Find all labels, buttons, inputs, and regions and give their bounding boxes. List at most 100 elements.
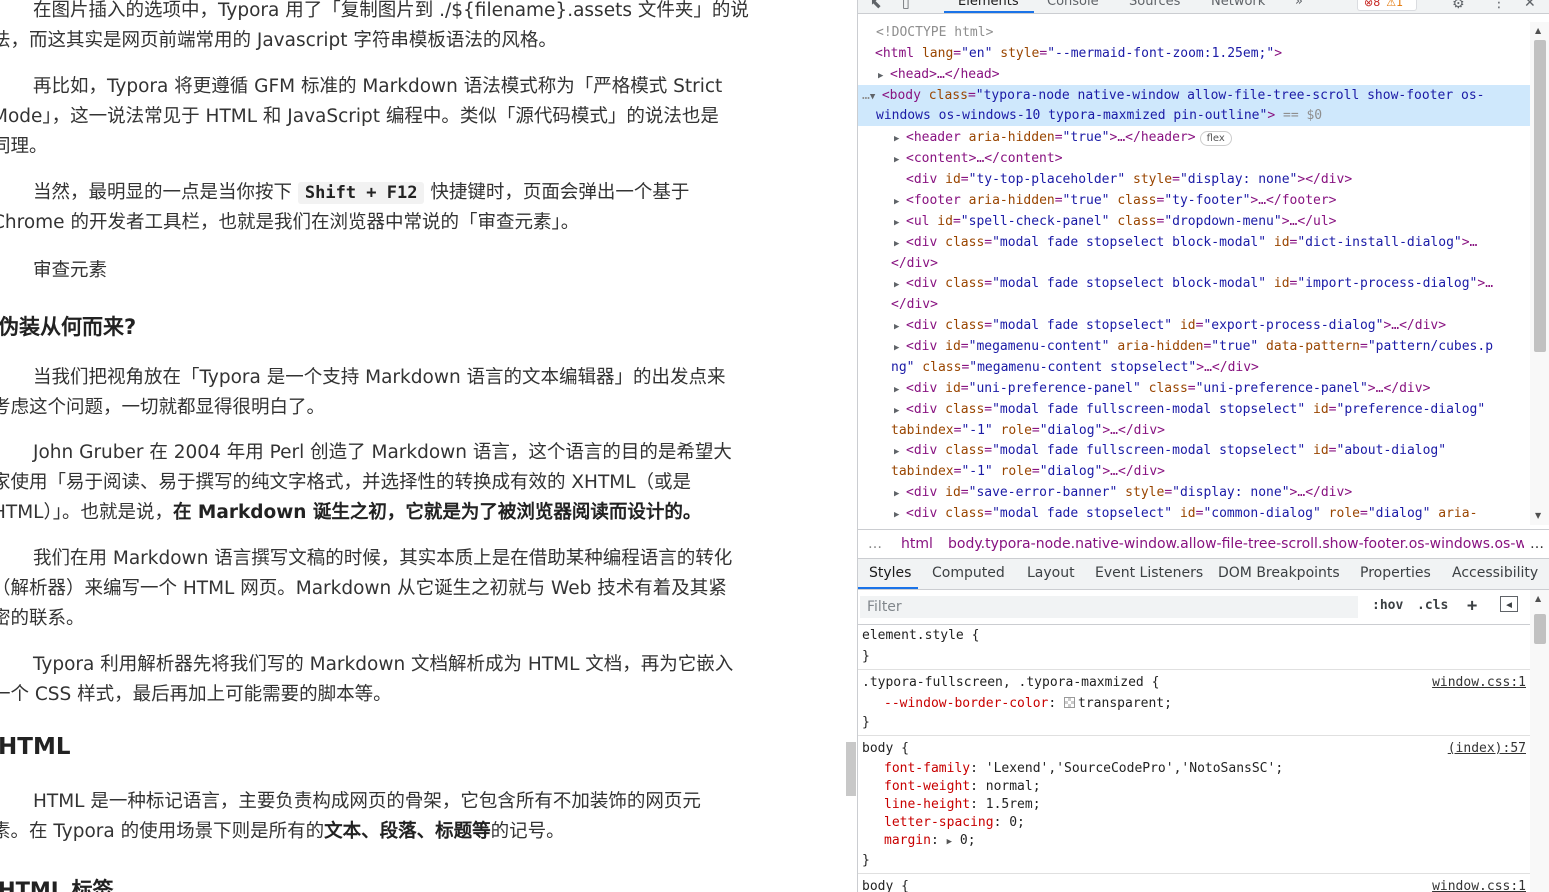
dom-node-uni-preference[interactable]: ▶ <div id="uni-preference-panel" class="u…: [894, 378, 1530, 399]
expand-triangle-icon[interactable]: ▶: [894, 505, 906, 524]
scrollbar-thumb[interactable]: [1534, 614, 1546, 644]
bold-text: 文本、段落、标题等: [324, 821, 491, 842]
tag-name: </div>: [891, 256, 938, 271]
tab-dom-breakpoints[interactable]: DOM Breakpoints: [1218, 565, 1340, 581]
scroll-down-icon[interactable]: ▼: [1535, 511, 1541, 520]
dom-node-content[interactable]: ▶ <content>…</content>: [894, 148, 1530, 169]
dom-scrollbar[interactable]: ▲ ▼: [1530, 22, 1549, 525]
dom-node-import-process[interactable]: ▶ <div class="modal fade stopselect block…: [894, 273, 1530, 294]
tab-properties[interactable]: Properties: [1360, 565, 1431, 581]
breadcrumb-ellipsis[interactable]: …: [1524, 530, 1544, 558]
kbd-shortcut: Shift + F12: [297, 182, 425, 204]
attr-value: "dialog": [1039, 464, 1103, 479]
style-declaration[interactable]: letter-spacing: 0;: [884, 814, 1025, 832]
attr-name: data-pattern: [1258, 339, 1360, 354]
style-declaration[interactable]: margin: ▶ 0;: [884, 832, 976, 850]
dom-node-dict-install[interactable]: ▶ <div class="modal fade stopselect block…: [894, 232, 1530, 253]
dom-node-about-dialog[interactable]: ▶ <div class="modal fade fullscreen-modal…: [894, 440, 1530, 461]
expand-triangle-icon[interactable]: ▶: [894, 129, 906, 148]
hov-toggle-button[interactable]: :hov: [1372, 598, 1403, 613]
dom-node-save-error[interactable]: ▶ <div id="save-error-banner" style="disp…: [894, 482, 1530, 503]
rule-selector[interactable]: element.style {: [862, 627, 979, 645]
settings-gear-icon[interactable]: ⚙: [1452, 0, 1465, 11]
breadcrumb-body[interactable]: body.typora-node.native-window.allow-fil…: [948, 530, 1537, 558]
style-declaration[interactable]: --window-border-color: transparent;: [884, 695, 1172, 713]
typora-document[interactable]: 在图片插入的选项中，Typora 用了「复制图片到 ./${filename}.…: [0, 0, 857, 892]
dom-node-footer[interactable]: ▶ <footer aria-hidden="true" class="ty-fo…: [894, 190, 1530, 211]
property-value: transparent;: [1078, 696, 1172, 711]
resize-gutter[interactable]: [846, 742, 856, 796]
style-declaration[interactable]: line-height: 1.5rem;: [884, 796, 1041, 814]
rule-selector[interactable]: .typora-fullscreen, .typora-maxmized {: [862, 674, 1159, 692]
rule-selector[interactable]: body {: [862, 878, 909, 892]
expand-triangle-icon[interactable]: ▶: [894, 275, 906, 294]
inspect-element-icon[interactable]: ⬉: [870, 0, 882, 11]
expand-triangle-icon[interactable]: ▶: [894, 192, 906, 211]
attr-value: "true": [1211, 339, 1259, 354]
device-toolbar-icon[interactable]: ▯: [902, 0, 910, 10]
flex-badge[interactable]: flex: [1199, 131, 1232, 146]
rule-source-link[interactable]: window.css:1: [1432, 878, 1526, 892]
cls-toggle-button[interactable]: .cls: [1417, 598, 1448, 613]
breadcrumb-ellipsis[interactable]: …: [868, 530, 882, 558]
scroll-up-icon[interactable]: ▲: [1535, 26, 1541, 35]
expand-shorthand-icon[interactable]: ▶: [947, 837, 952, 847]
dom-node-common-dialog[interactable]: ▶ <div class="modal fade stopselect" id="…: [894, 503, 1530, 524]
more-tabs-button[interactable]: »: [1295, 0, 1303, 9]
property-name: font-weight: [884, 779, 971, 794]
expand-triangle-icon[interactable]: ▶: [894, 401, 906, 420]
tab-sources[interactable]: Sources: [1129, 0, 1180, 9]
expand-triangle-icon[interactable]: ▶: [894, 442, 906, 461]
expand-triangle-icon[interactable]: ▶: [894, 213, 906, 232]
rule-source-link[interactable]: (index):57: [1448, 740, 1526, 758]
tab-layout[interactable]: Layout: [1027, 565, 1075, 581]
tab-console[interactable]: Console: [1047, 0, 1099, 9]
new-style-rule-button[interactable]: +: [1467, 596, 1477, 616]
scroll-up-icon[interactable]: ▲: [1535, 594, 1541, 603]
dom-node-doctype[interactable]: <!DOCTYPE html>: [876, 22, 1530, 43]
expand-triangle-icon[interactable]: ▶: [894, 380, 906, 399]
expand-triangle-icon[interactable]: ▶: [894, 317, 906, 336]
scrollbar-thumb[interactable]: [1534, 40, 1546, 352]
attr-name: aria-hidden: [960, 193, 1055, 208]
attr-name: style: [992, 46, 1040, 61]
dom-node-spell-check[interactable]: ▶ <ul id="spell-check-panel" class="dropd…: [894, 211, 1530, 232]
tab-network[interactable]: Network: [1211, 0, 1265, 9]
color-swatch-icon[interactable]: [1064, 697, 1076, 708]
tab-elements[interactable]: Elements: [958, 0, 1019, 9]
expand-triangle-icon[interactable]: ▶: [878, 66, 890, 85]
styles-filter-input[interactable]: [860, 596, 1358, 618]
warning-count: 1: [1396, 0, 1404, 9]
style-declaration[interactable]: font-family: 'Lexend','SourceCodePro','N…: [884, 760, 1283, 778]
dom-node-ty-top-placeholder[interactable]: <div id="ty-top-placeholder" style="disp…: [906, 169, 1530, 190]
dom-node-head[interactable]: ▶ <head>…</head>: [878, 64, 1530, 85]
breadcrumb-html[interactable]: html: [901, 530, 933, 558]
dom-node-header[interactable]: ▶ <header aria-hidden="true">…</header> fl…: [894, 127, 1530, 148]
expand-triangle-icon[interactable]: ▶: [894, 234, 906, 253]
attr-name: aria-hidden: [1109, 339, 1204, 354]
expand-triangle-icon[interactable]: ▶: [894, 484, 906, 503]
dom-node-megamenu[interactable]: ▶ <div id="megamenu-content" aria-hidden=…: [894, 336, 1530, 357]
expand-triangle-icon[interactable]: ▶: [894, 150, 906, 169]
dom-node-preference-dialog[interactable]: ▶ <div class="modal fade fullscreen-modal…: [894, 399, 1530, 420]
rule-selector[interactable]: body {: [862, 740, 909, 758]
dom-node-export-process[interactable]: ▶ <div class="modal fade stopselect" id="…: [894, 315, 1530, 336]
dom-node-html[interactable]: <html lang="en" style="--mermaid-font-zo…: [875, 43, 1530, 64]
issues-counter[interactable]: ⊗8 ⚠1: [1357, 0, 1417, 11]
tab-event-listeners[interactable]: Event Listeners: [1095, 565, 1203, 581]
dom-node-body-selected[interactable]: …▼ <body class="typora-node native-window…: [858, 85, 1530, 126]
styles-pane[interactable]: element.style { } .typora-fullscreen, .t…: [858, 626, 1530, 892]
close-icon[interactable]: ✕: [1524, 0, 1536, 10]
tab-computed[interactable]: Computed: [932, 565, 1005, 581]
rule-source-link[interactable]: window.css:1: [1432, 674, 1526, 692]
styles-scrollbar[interactable]: ▲: [1530, 590, 1549, 892]
expand-triangle-icon[interactable]: ▶: [894, 338, 906, 357]
tab-accessibility[interactable]: Accessibility: [1452, 565, 1538, 581]
tab-styles[interactable]: Styles: [869, 565, 911, 581]
toggle-sidebar-icon[interactable]: ◂: [1500, 596, 1518, 612]
dom-tree[interactable]: <!DOCTYPE html> <html lang="en" style="-…: [858, 15, 1530, 525]
paragraph-devtools: 当然，最明显的一点是当你按下 Shift + F12 快捷键时，页面会弹出一个基…: [0, 178, 800, 238]
tag-name: <div: [906, 506, 938, 521]
more-options-icon[interactable]: ⋮: [1492, 0, 1506, 10]
style-declaration[interactable]: font-weight: normal;: [884, 778, 1041, 796]
